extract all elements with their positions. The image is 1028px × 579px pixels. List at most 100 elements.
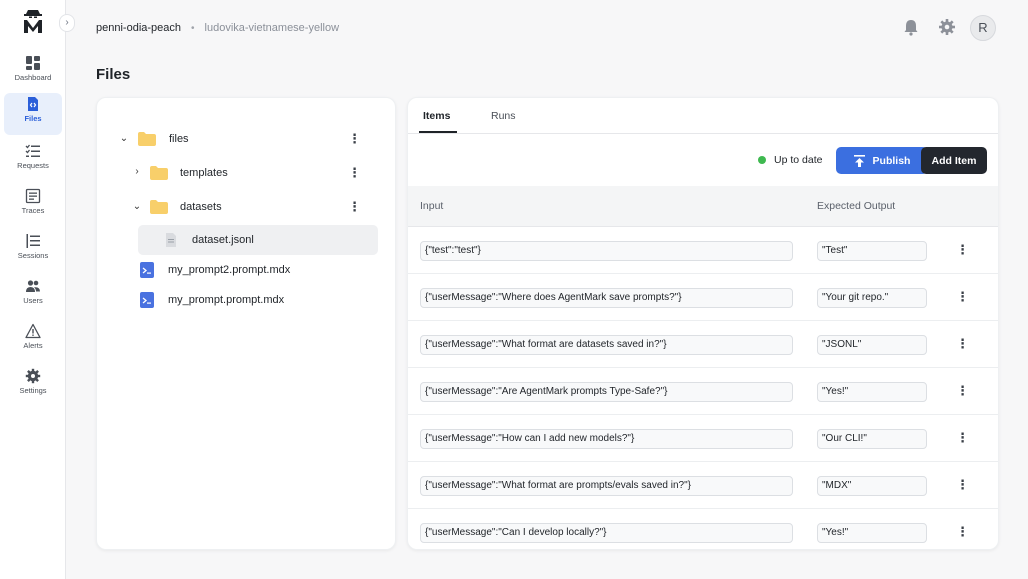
table-header: Input Expected Output [408, 186, 998, 227]
sidebar-item-requests[interactable]: Requests [4, 140, 62, 182]
users-icon [26, 280, 40, 292]
sessions-icon [26, 234, 40, 248]
file-icon [166, 233, 176, 247]
chevron-right-icon[interactable]: › [132, 166, 142, 177]
expected-output-cell[interactable]: "Our CLI!" [817, 429, 927, 449]
folder-icon [150, 166, 168, 180]
input-cell[interactable]: {"userMessage":"What format are datasets… [420, 335, 793, 355]
more-vertical-icon[interactable]: ⋮ [956, 431, 969, 445]
traces-icon [25, 188, 41, 204]
more-vertical-icon[interactable]: ⋮ [956, 478, 969, 492]
tree-file-my-prompt2[interactable]: my_prompt2.prompt.mdx [97, 256, 397, 284]
sidebar-item-users[interactable]: Users [4, 275, 62, 317]
sidebar-item-sessions[interactable]: Sessions [4, 230, 62, 272]
input-cell[interactable]: {"userMessage":"Are AgentMark prompts Ty… [420, 382, 793, 402]
expected-output-cell[interactable]: "Yes!" [817, 523, 927, 543]
requests-icon [25, 144, 40, 157]
tree-item-label: dataset.jsonl [192, 234, 254, 246]
input-cell[interactable]: {"userMessage":"Can I develop locally?"} [420, 523, 793, 543]
breadcrumb-separator: • [191, 22, 195, 34]
tab-items[interactable]: Items [423, 110, 450, 122]
active-tab-indicator [419, 131, 457, 133]
sidebar-item-alerts[interactable]: Alerts [4, 320, 62, 362]
sync-status: Up to date [758, 154, 822, 166]
sidebar: Dashboard Files Requests Traces Sessions… [0, 0, 66, 579]
more-vertical-icon[interactable]: ⋮ [956, 290, 969, 304]
publish-button[interactable]: Publish [836, 147, 928, 174]
sidebar-item-label: Dashboard [14, 73, 52, 82]
more-vertical-icon[interactable]: ⋮ [348, 200, 361, 214]
sidebar-item-dashboard[interactable]: Dashboard [4, 52, 62, 94]
agentmark-logo[interactable] [21, 9, 45, 35]
prompt-file-icon [140, 292, 154, 308]
avatar[interactable]: R [970, 15, 996, 41]
breadcrumb-org[interactable]: penni-odia-peach [96, 22, 181, 34]
file-tree-panel: ⌄ files ⋮ › templates ⋮ ⌄ datasets ⋮ dat… [96, 97, 396, 550]
table-row: {"userMessage":"How can I add new models… [408, 415, 998, 462]
sidebar-item-label: Users [23, 296, 43, 305]
input-cell[interactable]: {"userMessage":"Where does AgentMark sav… [420, 288, 793, 308]
tree-folder-datasets[interactable]: ⌄ datasets ⋮ [97, 193, 397, 221]
expected-output-cell[interactable]: "Test" [817, 241, 927, 261]
folder-icon [150, 200, 168, 214]
expected-output-cell[interactable]: "Yes!" [817, 382, 927, 402]
status-dot-icon [758, 156, 766, 164]
table-row: {"userMessage":"Are AgentMark prompts Ty… [408, 368, 998, 415]
more-vertical-icon[interactable]: ⋮ [348, 166, 361, 180]
prompt-file-icon [140, 262, 154, 278]
tree-file-my-prompt[interactable]: my_prompt.prompt.mdx [97, 286, 397, 314]
sidebar-item-label: Requests [17, 161, 49, 170]
input-cell[interactable]: {"userMessage":"How can I add new models… [420, 429, 793, 449]
tab-runs[interactable]: Runs [491, 110, 516, 122]
breadcrumb: penni-odia-peach • ludovika-vietnamese-y… [96, 20, 339, 36]
expected-output-cell[interactable]: "Your git repo." [817, 288, 927, 308]
dataset-panel: Items Runs Up to date Publish Add Item I… [407, 97, 999, 550]
input-cell[interactable]: {"test":"test"} [420, 241, 793, 261]
more-vertical-icon[interactable]: ⋮ [956, 243, 969, 257]
more-vertical-icon[interactable]: ⋮ [956, 525, 969, 539]
tree-item-label: my_prompt2.prompt.mdx [168, 264, 291, 276]
gear-icon[interactable] [937, 17, 957, 37]
sidebar-collapse-button[interactable]: › [59, 14, 75, 32]
bell-icon[interactable] [901, 17, 921, 37]
input-cell[interactable]: {"userMessage":"What format are prompts/… [420, 476, 793, 496]
sidebar-item-label: Files [24, 114, 42, 123]
alerts-icon [25, 323, 41, 339]
tree-folder-templates[interactable]: › templates ⋮ [97, 159, 397, 187]
sync-status-label: Up to date [774, 154, 823, 166]
breadcrumb-app[interactable]: ludovika-vietnamese-yellow [205, 22, 340, 34]
expected-output-cell[interactable]: "MDX" [817, 476, 927, 496]
sidebar-item-traces[interactable]: Traces [4, 185, 62, 227]
dashboard-icon [26, 56, 40, 70]
tree-item-label: templates [180, 167, 228, 179]
add-item-button[interactable]: Add Item [921, 147, 987, 174]
more-vertical-icon[interactable]: ⋮ [956, 337, 969, 351]
tab-bar: Items Runs [408, 98, 998, 134]
sidebar-item-label: Sessions [17, 251, 49, 260]
tree-item-label: datasets [180, 201, 222, 213]
table-row: {"userMessage":"Can I develop locally?"}… [408, 509, 998, 549]
tree-item-label: files [169, 133, 189, 145]
folder-icon [138, 132, 156, 146]
column-header-input: Input [420, 200, 444, 212]
sidebar-item-label: Alerts [23, 341, 43, 350]
table-row: {"test":"test"} "Test" ⋮ [408, 227, 998, 274]
publish-label: Publish [872, 154, 911, 167]
sidebar-item-settings[interactable]: Settings [4, 365, 62, 407]
upload-icon [853, 154, 865, 167]
more-vertical-icon[interactable]: ⋮ [348, 132, 361, 146]
files-icon [28, 97, 38, 111]
table-row: {"userMessage":"What format are datasets… [408, 321, 998, 368]
expected-output-cell[interactable]: "JSONL" [817, 335, 927, 355]
page-title: Files [96, 66, 131, 83]
tree-file-dataset-jsonl[interactable]: dataset.jsonl [138, 225, 378, 255]
sidebar-item-label: Traces [21, 206, 45, 215]
more-vertical-icon[interactable]: ⋮ [956, 384, 969, 398]
chevron-down-icon[interactable]: ⌄ [119, 133, 129, 144]
settings-icon [25, 368, 41, 384]
chevron-down-icon[interactable]: ⌄ [132, 201, 142, 212]
table-row: {"userMessage":"Where does AgentMark sav… [408, 274, 998, 321]
sidebar-item-label: Settings [19, 386, 47, 395]
sidebar-item-files[interactable]: Files [4, 93, 62, 135]
tree-folder-files[interactable]: ⌄ files ⋮ [97, 125, 397, 153]
